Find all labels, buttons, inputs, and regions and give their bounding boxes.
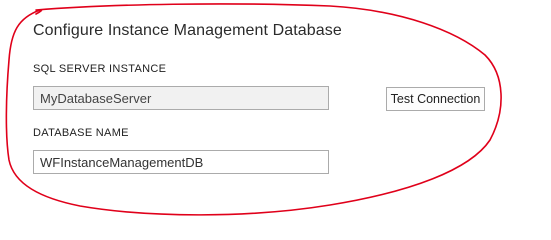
- page-title: Configure Instance Management Database: [33, 22, 342, 39]
- configure-instance-db-panel: Configure Instance Management Database S…: [0, 0, 551, 221]
- database-name-label: DATABASE NAME: [33, 127, 129, 139]
- database-name-field[interactable]: [33, 150, 329, 174]
- sql-server-instance-field[interactable]: [33, 86, 329, 110]
- test-connection-button[interactable]: Test Connection: [386, 87, 485, 111]
- sql-server-instance-label: SQL SERVER INSTANCE: [33, 63, 167, 75]
